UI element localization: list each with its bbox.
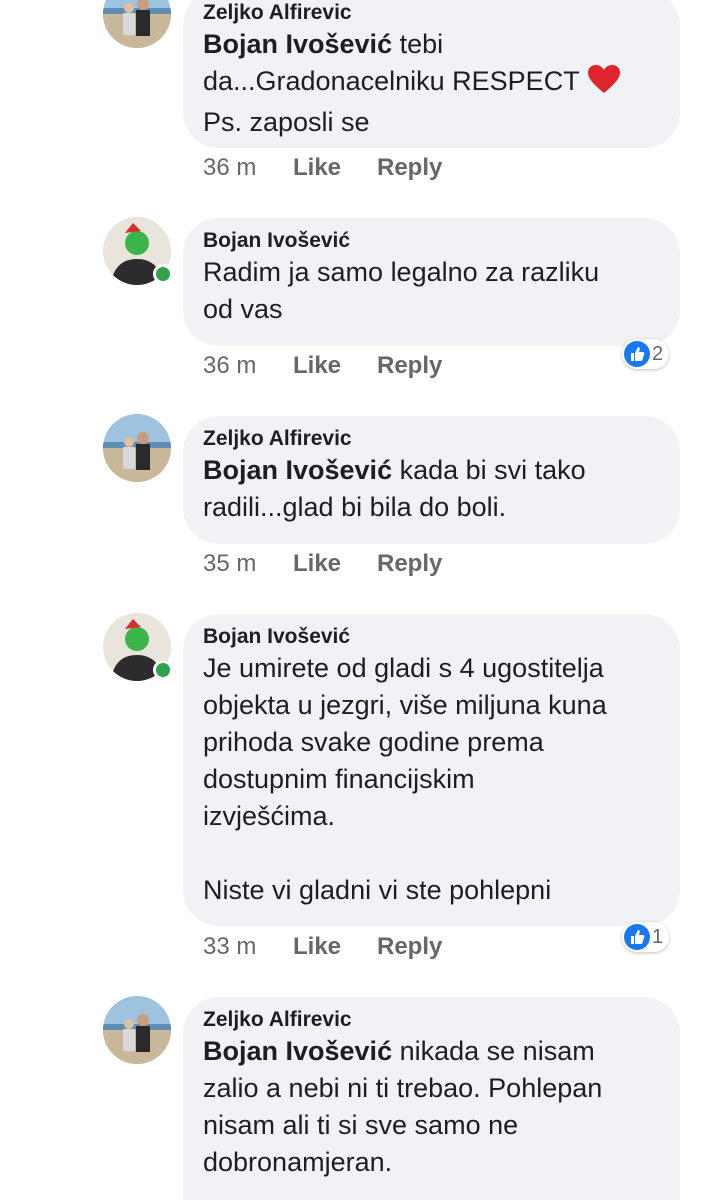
online-indicator xyxy=(153,264,173,284)
comment-bubble: Zeljko Alfirevic Bojan Ivošević nikada s… xyxy=(183,997,680,1200)
red-heart-emoji xyxy=(587,64,621,104)
comment-author[interactable]: Bojan Ivošević xyxy=(203,624,660,650)
comment-text: Radim ja samo legalno za razliku od vas xyxy=(203,257,600,324)
mention[interactable]: Bojan Ivošević xyxy=(203,29,392,59)
comment-actions: 33 m Like Reply xyxy=(203,932,442,962)
mention[interactable]: Bojan Ivošević xyxy=(203,455,392,485)
reply-button[interactable]: Reply xyxy=(377,352,442,380)
reply-button[interactable]: Reply xyxy=(377,550,442,578)
reaction-count: 2 xyxy=(652,342,664,365)
avatar[interactable] xyxy=(103,217,173,285)
avatar[interactable] xyxy=(103,996,171,1064)
timestamp[interactable]: 36 m xyxy=(203,352,293,380)
like-button[interactable]: Like xyxy=(293,933,377,961)
comment-bubble: Bojan Ivošević Radim ja samo legalno za … xyxy=(183,218,680,346)
comment-text: Bojan Ivošević tebi da...Gradonacelniku R… xyxy=(203,26,660,141)
comment-author[interactable]: Zeljko Alfirevic xyxy=(203,1007,660,1033)
comment-actions: 35 m Like Reply xyxy=(203,549,442,579)
comment-author[interactable]: Zeljko Alfirevic xyxy=(203,426,660,452)
avatar[interactable] xyxy=(103,0,171,48)
comment-bubble: Zeljko Alfirevic Bojan Ivošević kada bi … xyxy=(183,416,680,544)
comment-author[interactable]: Zeljko Alfirevic xyxy=(203,0,660,26)
like-button[interactable]: Like xyxy=(293,154,377,182)
comment-text: Je umirete od gladi s 4 ugostitelja objek… xyxy=(203,653,607,905)
mention[interactable]: Bojan Ivošević xyxy=(203,1036,392,1066)
avatar-photo xyxy=(103,0,171,48)
like-button[interactable]: Like xyxy=(293,550,377,578)
timestamp[interactable]: 35 m xyxy=(203,550,293,578)
comment-actions: 36 m Like Reply xyxy=(203,351,442,381)
timestamp[interactable]: 33 m xyxy=(203,933,293,961)
like-button[interactable]: Like xyxy=(293,352,377,380)
avatar[interactable] xyxy=(103,414,171,482)
like-icon xyxy=(624,924,650,950)
avatar-photo xyxy=(103,996,171,1064)
comment-actions: 36 m Like Reply xyxy=(203,153,442,183)
comment-bubble: Bojan Ivošević Je umirete od gladi s 4 u… xyxy=(183,614,680,926)
comment-bubble: Zeljko Alfirevic Bojan Ivošević tebi da..… xyxy=(183,0,680,148)
comment-text: Bojan Ivošević kada bi svi tako radili...… xyxy=(203,455,586,522)
avatar-photo xyxy=(103,414,171,482)
comment-text: Bojan Ivošević nikada se nisam zalio a ne… xyxy=(203,1036,603,1177)
avatar[interactable] xyxy=(103,613,173,681)
timestamp[interactable]: 36 m xyxy=(203,154,293,182)
reaction-count: 1 xyxy=(652,925,664,948)
like-icon xyxy=(624,341,650,367)
online-indicator xyxy=(153,660,173,680)
comment-author[interactable]: Bojan Ivošević xyxy=(203,228,660,254)
reaction-badge[interactable]: 1 xyxy=(622,922,670,952)
reply-button[interactable]: Reply xyxy=(377,154,442,182)
reaction-badge[interactable]: 2 xyxy=(622,339,670,369)
reply-button[interactable]: Reply xyxy=(377,933,442,961)
